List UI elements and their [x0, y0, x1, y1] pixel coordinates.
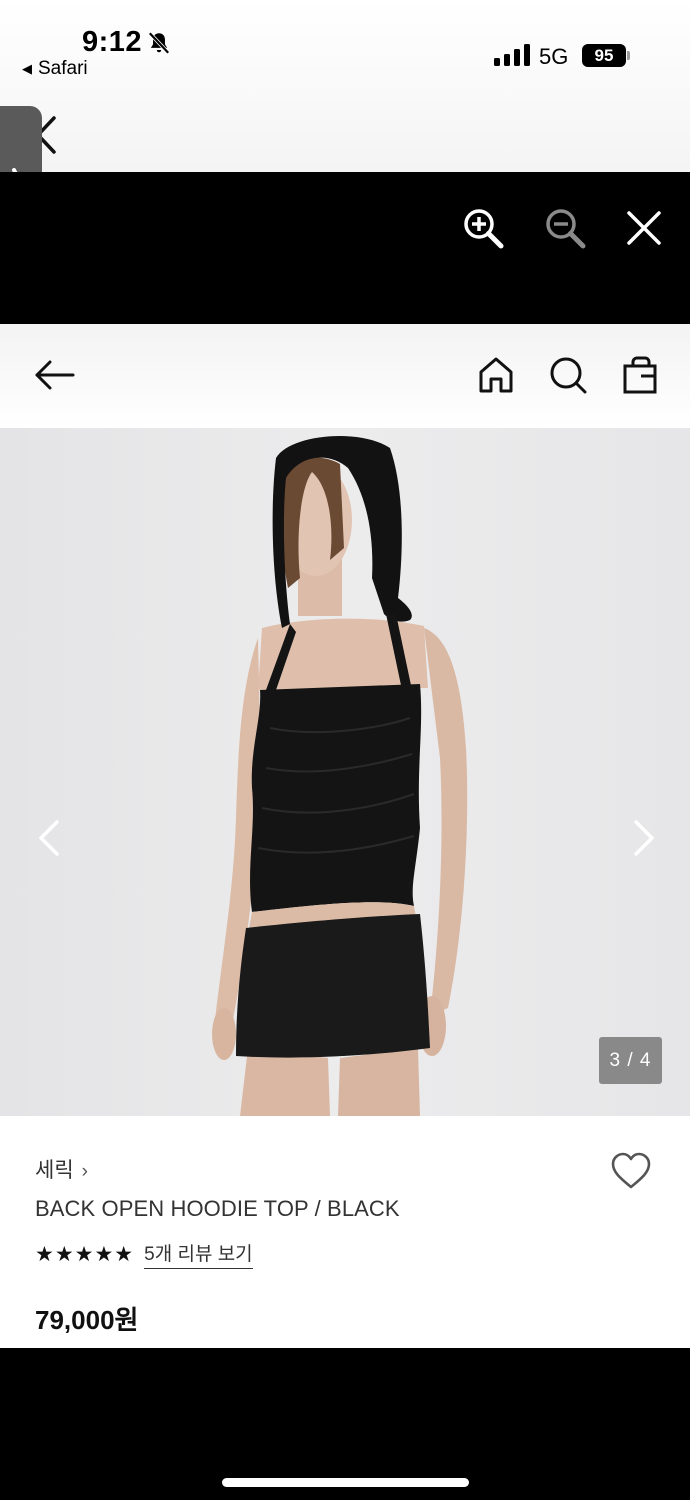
page-header [0, 324, 690, 428]
shopping-bag-icon[interactable] [619, 354, 661, 396]
home-indicator[interactable] [222, 1478, 469, 1487]
previous-image-arrow-icon[interactable] [33, 818, 63, 858]
bell-off-icon [148, 31, 170, 55]
product-title: BACK OPEN HOODIE TOP / BLACK [35, 1196, 400, 1221]
back-arrow-icon[interactable] [33, 354, 75, 396]
status-time: 9:12 [82, 26, 143, 58]
status-bar: 9:12 ◀ Safari 5G 95 [0, 0, 690, 172]
zoom-out-icon[interactable] [541, 204, 589, 252]
network-type: 5G [539, 44, 569, 69]
image-counter: 3 / 4 [599, 1037, 662, 1084]
back-app-label: Safari [38, 58, 88, 79]
close-icon[interactable] [620, 204, 668, 252]
product-info: 세릭 › BACK OPEN HOODIE TOP / BLACK ★★★★★ 5… [0, 1116, 690, 1348]
star-rating: ★★★★★ [35, 1242, 135, 1266]
zoom-in-icon[interactable] [459, 204, 507, 252]
search-icon[interactable] [547, 354, 589, 396]
rating-row: ★★★★★ 5개 리뷰 보기 [35, 1239, 253, 1269]
home-icon[interactable] [475, 354, 517, 396]
image-viewer-toolbar [0, 172, 690, 324]
battery-tip [627, 51, 630, 60]
back-to-app-link[interactable]: ◀ Safari [22, 58, 88, 80]
back-triangle-icon: ◀ [22, 61, 32, 76]
battery-icon: 95 [582, 44, 626, 67]
review-link[interactable]: 5개 리뷰 보기 [144, 1239, 253, 1269]
chevron-right-icon: › [81, 1161, 88, 1182]
wishlist-heart-icon[interactable] [610, 1152, 652, 1190]
next-image-arrow-icon[interactable] [630, 818, 660, 858]
brand-name: 세릭 [35, 1159, 74, 1182]
model-photo [0, 428, 690, 1116]
brand-link[interactable]: 세릭 › [35, 1154, 88, 1184]
product-price: 79,000원 [35, 1305, 139, 1335]
product-image[interactable]: 3 / 4 [0, 428, 690, 1116]
signal-icon [494, 44, 530, 66]
